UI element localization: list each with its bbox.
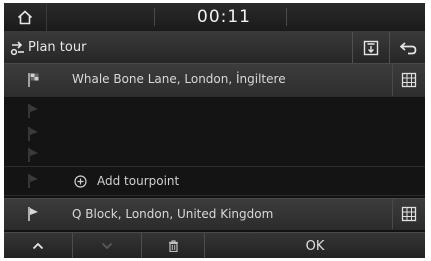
bottom-toolbar: OK xyxy=(4,232,425,258)
move-down-button[interactable] xyxy=(73,233,142,258)
home-button[interactable] xyxy=(4,3,47,31)
ok-button[interactable]: OK xyxy=(205,233,425,258)
add-tourpoint-button[interactable]: Add tourpoint xyxy=(74,167,179,195)
map-icon xyxy=(401,206,417,222)
start-flag-icon xyxy=(28,73,39,87)
status-divider xyxy=(286,8,287,26)
tour-destination-row[interactable]: Q Block, London, United Kingdom xyxy=(4,198,425,230)
chevron-down-icon xyxy=(101,242,113,250)
add-tourpoint-row[interactable]: Add tourpoint xyxy=(4,167,425,196)
empty-waypoint-row xyxy=(4,143,425,167)
destination-address: Q Block, London, United Kingdom xyxy=(72,207,274,221)
page-title: Plan tour xyxy=(28,40,87,55)
clock: 00:11 xyxy=(197,7,251,27)
add-tourpoint-label: Add tourpoint xyxy=(97,174,180,188)
waypoint-flag-icon xyxy=(28,174,38,188)
back-button[interactable] xyxy=(389,32,425,63)
destination-flag-icon xyxy=(28,207,38,221)
ok-label: OK xyxy=(305,238,325,254)
waypoint-flag-icon xyxy=(28,148,38,162)
start-map-button[interactable] xyxy=(392,64,425,96)
status-bar: 00:11 xyxy=(4,3,425,32)
screen: 00:11 Plan tour Whale Bone Lane, London,… xyxy=(0,0,431,261)
save-route-button[interactable] xyxy=(352,32,389,63)
add-circle-icon xyxy=(74,174,87,188)
head-unit-display: 00:11 Plan tour Whale Bone Lane, London,… xyxy=(4,3,425,258)
title-bar: Plan tour xyxy=(4,32,425,64)
waypoint-flag-icon xyxy=(28,104,38,118)
tour-start-row[interactable]: Whale Bone Lane, London, İngiltere xyxy=(4,64,425,97)
chevron-up-icon xyxy=(32,242,44,250)
save-icon xyxy=(363,40,379,55)
home-icon xyxy=(17,9,33,24)
move-up-button[interactable] xyxy=(4,233,73,258)
destination-map-button[interactable] xyxy=(392,199,425,229)
status-divider xyxy=(154,8,155,26)
waypoint-flag-icon xyxy=(28,127,38,141)
route-icon xyxy=(10,41,24,56)
start-address: Whale Bone Lane, London, İngiltere xyxy=(72,72,286,86)
back-icon xyxy=(399,41,417,54)
trash-icon xyxy=(168,240,178,252)
map-icon xyxy=(401,72,417,88)
delete-button[interactable] xyxy=(142,233,205,258)
